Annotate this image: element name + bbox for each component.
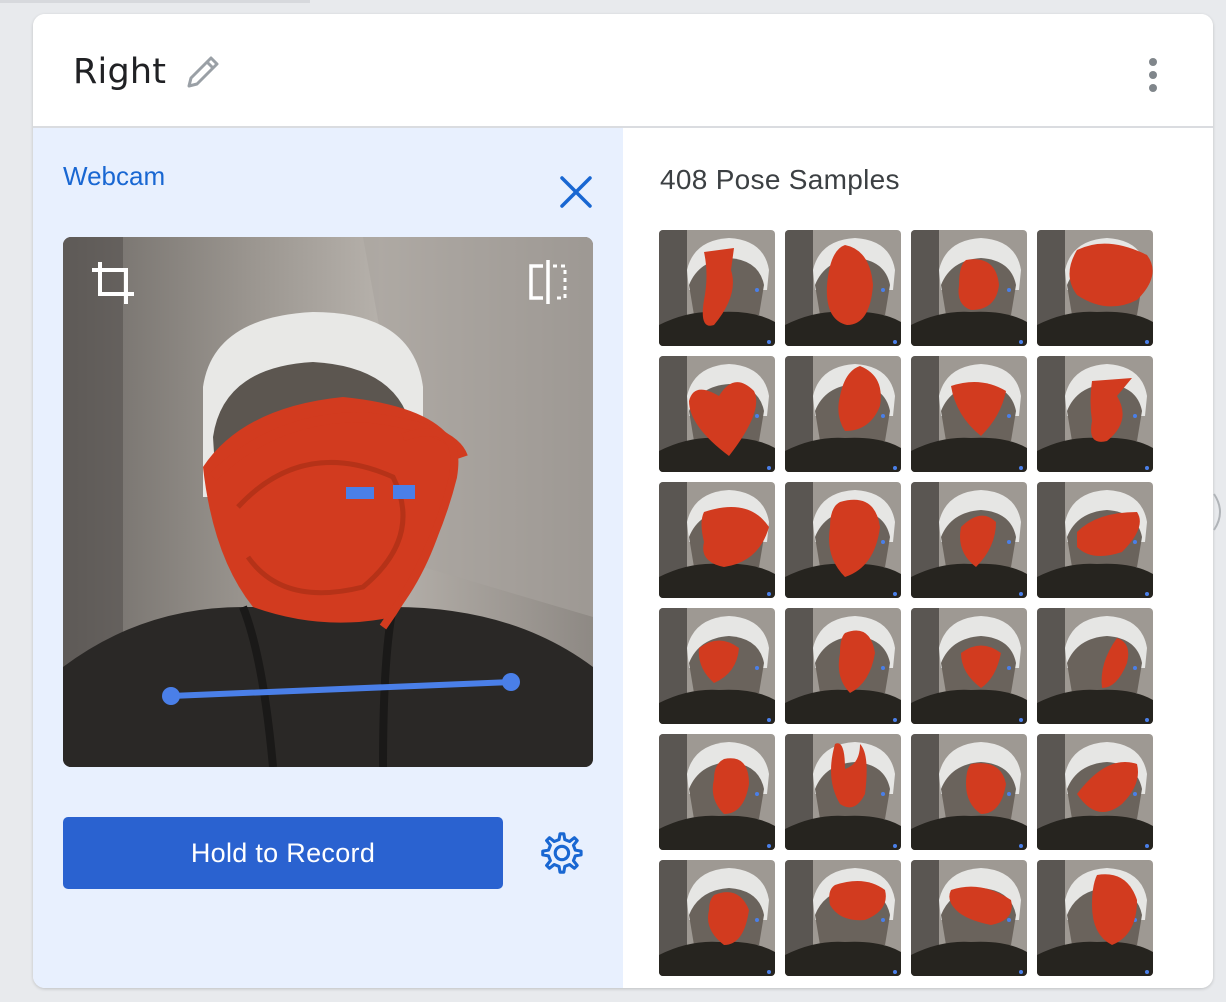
- crop-icon[interactable]: [88, 258, 138, 308]
- samples-title: 408 Pose Samples: [660, 164, 900, 195]
- pose-sample-thumbnail[interactable]: [911, 356, 1027, 472]
- webcam-feed: [63, 237, 593, 767]
- more-vert-icon[interactable]: [1137, 56, 1169, 94]
- webcam-preview: [63, 237, 593, 767]
- pose-sample-thumbnail[interactable]: [1037, 482, 1153, 598]
- pose-sample-thumbnail[interactable]: [911, 482, 1027, 598]
- card-header: Right: [33, 14, 1213, 128]
- pose-sample-thumbnail[interactable]: [1037, 356, 1153, 472]
- pose-sample-thumbnail[interactable]: [659, 356, 775, 472]
- pose-sample-thumbnail[interactable]: [785, 230, 901, 346]
- pencil-icon[interactable]: [183, 52, 223, 92]
- close-icon[interactable]: [558, 174, 594, 210]
- gear-icon[interactable]: [537, 830, 583, 876]
- flip-icon[interactable]: [527, 258, 569, 306]
- pose-sample-thumbnail[interactable]: [1037, 734, 1153, 850]
- pose-sample-thumbnail[interactable]: [659, 860, 775, 976]
- pose-sample-thumbnail[interactable]: [785, 608, 901, 724]
- pose-sample-thumbnail[interactable]: [659, 734, 775, 850]
- pose-sample-thumbnail[interactable]: [785, 356, 901, 472]
- pose-sample-thumbnail[interactable]: [911, 608, 1027, 724]
- pose-sample-thumbnail[interactable]: [785, 482, 901, 598]
- pose-sample-thumbnail[interactable]: [1037, 230, 1153, 346]
- hold-to-record-button[interactable]: Hold to Record: [63, 817, 503, 889]
- samples-panel: 408 Pose Samples: [623, 128, 1213, 988]
- pose-sample-thumbnail[interactable]: [785, 860, 901, 976]
- webcam-label: Webcam: [63, 161, 166, 191]
- pose-sample-thumbnail[interactable]: [1037, 860, 1153, 976]
- pose-sample-thumbnail[interactable]: [911, 230, 1027, 346]
- class-card: Right Webcam Hold to Record 408 Pose Sam…: [33, 14, 1213, 988]
- top-strip: [0, 0, 310, 3]
- pose-sample-thumbnail[interactable]: [911, 734, 1027, 850]
- pose-sample-thumbnail[interactable]: [785, 734, 901, 850]
- scroll-edge-indicator: [1213, 493, 1221, 531]
- pose-sample-thumbnail[interactable]: [659, 608, 775, 724]
- pose-sample-thumbnail[interactable]: [911, 860, 1027, 976]
- pose-sample-thumbnail[interactable]: [659, 230, 775, 346]
- pose-sample-thumbnail[interactable]: [1037, 608, 1153, 724]
- class-title[interactable]: Right: [73, 52, 166, 92]
- webcam-panel: Webcam Hold to Record: [33, 128, 623, 988]
- pose-sample-thumbnail[interactable]: [659, 482, 775, 598]
